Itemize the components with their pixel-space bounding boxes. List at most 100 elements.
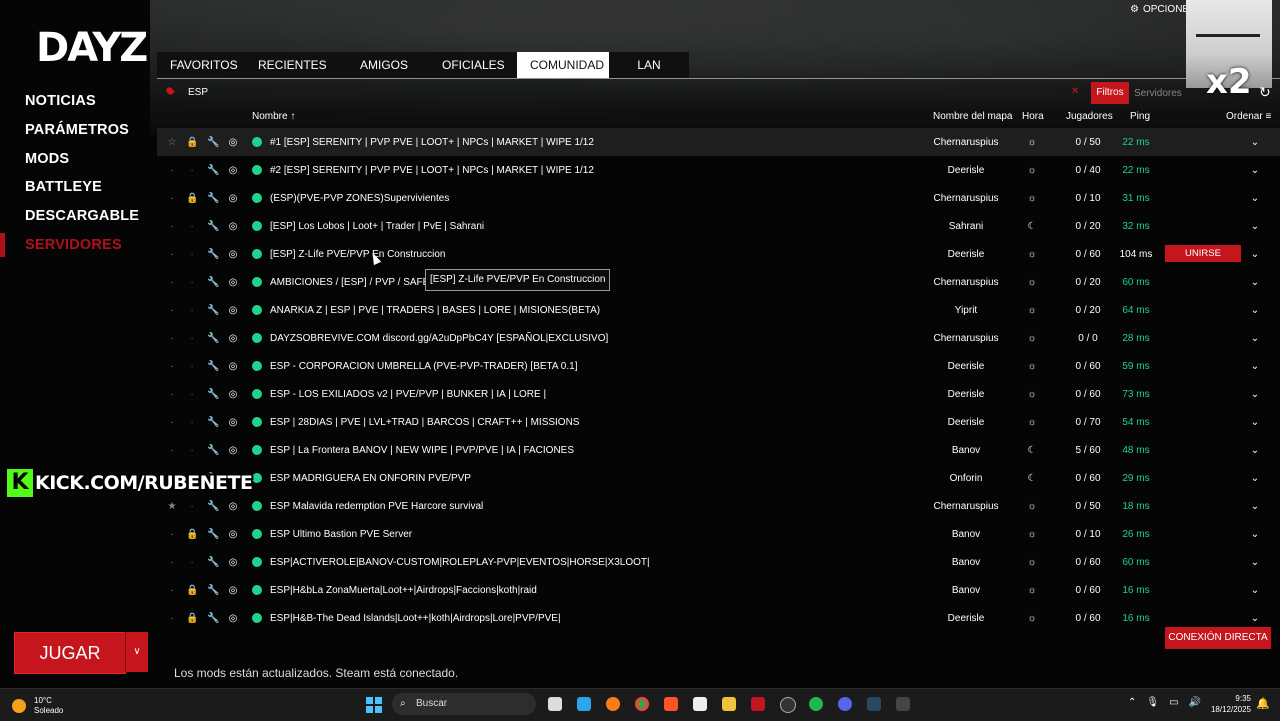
- file-explorer-icon[interactable]: [722, 697, 736, 711]
- steam-icon[interactable]: [867, 697, 881, 711]
- server-row[interactable]: · 🔒 🔧 ◎ ESP|H&B-The Dead Islands|Loot++|koth…: [157, 604, 1280, 632]
- task-view-icon[interactable]: [548, 697, 562, 711]
- notepad-icon[interactable]: [577, 697, 591, 711]
- weather-widget[interactable]: 10°C Soleado: [12, 696, 63, 716]
- tab-recientes[interactable]: RECIENTES: [245, 52, 339, 78]
- server-row[interactable]: · · 🔧 ◎ DAYZSOBREVIVE.COM discord.gg/A2uDpPb…: [157, 324, 1280, 352]
- direct-connect-button[interactable]: CONEXIÓN DIRECTA: [1165, 627, 1271, 649]
- favorite-star-icon[interactable]: ·: [166, 417, 178, 428]
- volume-icon[interactable]: 🔊: [1189, 697, 1201, 708]
- search-input[interactable]: ESP: [188, 87, 208, 98]
- chevron-down-icon[interactable]: ⌄: [1247, 333, 1263, 344]
- favorite-star-icon[interactable]: ·: [166, 361, 178, 372]
- app-icon[interactable]: [693, 697, 707, 711]
- firefox-icon[interactable]: [606, 697, 620, 711]
- refresh-icon[interactable]: ↻: [1259, 84, 1271, 101]
- server-row[interactable]: · 🔒 🔧 ◎ ESP Ultimo Bastion PVE Server Banov ☼ 0…: [157, 520, 1280, 548]
- server-row[interactable]: · 🔒 🔧 ◎ ESP|H&bLa ZonaMuerta|Loot++|Airdrops…: [157, 576, 1280, 604]
- servers-filter-label[interactable]: Servidores: [1134, 88, 1182, 99]
- menu-battleye[interactable]: BATTLEYE: [25, 175, 139, 204]
- tab-amigos[interactable]: AMIGOS: [339, 52, 429, 78]
- join-button[interactable]: UNIRSE: [1165, 245, 1241, 262]
- server-row[interactable]: · · 🔧 ◎ ESP | La Frontera BANOV | NEW WIPE |…: [157, 436, 1280, 464]
- chevron-down-icon[interactable]: ⌄: [1247, 417, 1263, 428]
- windows-start-icon[interactable]: [366, 697, 382, 713]
- server-row[interactable]: ★ · 🔧 ◎ ESP Malavida redemption PVE Harcore …: [157, 492, 1280, 520]
- chevron-down-icon[interactable]: ⌄: [1247, 249, 1263, 260]
- tab-favoritos[interactable]: FAVORITOS: [157, 52, 245, 78]
- microphone-icon[interactable]: 🎙: [1146, 697, 1159, 708]
- chevron-down-icon[interactable]: ⌄: [1247, 557, 1263, 568]
- server-row[interactable]: · · 🔧 ◎ ESP|ACTIVEROLE|BANOV-CUSTOM|ROLEPLAY…: [157, 548, 1280, 576]
- server-row[interactable]: · · 🔧 ◎ ANARKIA Z | ESP | PVE | TRADERS | BA…: [157, 296, 1280, 324]
- menu-parametros[interactable]: PARÁMETROS: [25, 118, 139, 147]
- filters-button[interactable]: Filtros: [1091, 82, 1129, 104]
- favorite-star-icon[interactable]: ·: [166, 333, 178, 344]
- favorite-star-icon[interactable]: ·: [166, 221, 178, 232]
- col-name[interactable]: Nombre ↑: [252, 111, 295, 122]
- menu-servidores[interactable]: SERVIDORES: [0, 232, 139, 262]
- favorite-star-icon[interactable]: ·: [166, 529, 178, 540]
- chevron-up-icon[interactable]: ⌃: [1128, 697, 1136, 708]
- chevron-down-icon[interactable]: ⌄: [1247, 361, 1263, 372]
- chevron-down-icon[interactable]: ⌄: [1247, 389, 1263, 400]
- col-time[interactable]: Hora: [1022, 111, 1044, 122]
- favorite-star-icon[interactable]: ·: [166, 445, 178, 456]
- chevron-down-icon[interactable]: ⌄: [1247, 137, 1263, 148]
- dayz-taskbar-icon[interactable]: [896, 697, 910, 711]
- chevron-down-icon[interactable]: ⌄: [1247, 221, 1263, 232]
- play-button[interactable]: JUGAR: [14, 632, 126, 674]
- play-options-chevron-icon[interactable]: ∨: [125, 632, 148, 672]
- favorite-star-icon[interactable]: ☆: [166, 137, 178, 148]
- col-ping[interactable]: Ping: [1130, 111, 1150, 122]
- chrome-icon[interactable]: [635, 697, 649, 711]
- tab-comunidad[interactable]: COMUNIDAD: [517, 52, 609, 78]
- favorite-star-icon[interactable]: ·: [166, 305, 178, 316]
- favorite-star-icon[interactable]: ·: [166, 249, 178, 260]
- server-row[interactable]: · · 🔧 ◎ ESP - LOS EXILIADOS v2 | PVE/PVP | B…: [157, 380, 1280, 408]
- menu-descargable[interactable]: DESCARGABLE: [25, 204, 139, 233]
- server-row[interactable]: ☆ 🔒 🔧 ◎ #1 [ESP] SERENITY | PVP PVE | LOOT+ …: [157, 128, 1280, 156]
- chevron-down-icon[interactable]: ⌄: [1247, 193, 1263, 204]
- chevron-down-icon[interactable]: ⌄: [1247, 305, 1263, 316]
- chevron-down-icon[interactable]: ⌄: [1247, 501, 1263, 512]
- chevron-down-icon[interactable]: ⌄: [1247, 277, 1263, 288]
- favorite-star-icon[interactable]: ·: [166, 613, 178, 624]
- server-row[interactable]: · · 🔧 ◎ [ESP] Los Lobos | Loot+ | Trader | P…: [157, 212, 1280, 240]
- discord-icon[interactable]: [838, 697, 852, 711]
- chevron-down-icon[interactable]: ⌄: [1247, 473, 1263, 484]
- server-row[interactable]: · · 🔧 ◎ ESP MADRIGUERA EN ONFORIN PVE/PVP Onf…: [157, 464, 1280, 492]
- favorite-star-icon[interactable]: ·: [166, 389, 178, 400]
- sort-dropdown[interactable]: Ordenar ≡: [1226, 111, 1271, 122]
- streaming-app-icon[interactable]: [751, 697, 765, 711]
- favorite-star-icon[interactable]: ·: [166, 557, 178, 568]
- notification-bell-icon[interactable]: 🔔: [1256, 697, 1270, 710]
- taskbar-search[interactable]: ⌕ Buscar: [392, 693, 536, 715]
- chevron-down-icon[interactable]: ⌄: [1247, 445, 1263, 456]
- chevron-down-icon[interactable]: ⌄: [1247, 585, 1263, 596]
- spotify-icon[interactable]: [809, 697, 823, 711]
- chevron-down-icon[interactable]: ⌄: [1247, 529, 1263, 540]
- options-button[interactable]: ⚙ OPCIONE: [1130, 4, 1189, 15]
- menu-noticias[interactable]: NOTICIAS: [25, 89, 139, 118]
- menu-mods[interactable]: MODS: [25, 147, 139, 176]
- chevron-down-icon[interactable]: ⌄: [1247, 165, 1263, 176]
- server-row[interactable]: · · 🔧 ◎ ESP | 28DIAS | PVE | LVL+TRAD | BARC…: [157, 408, 1280, 436]
- network-icon[interactable]: ▭: [1169, 697, 1178, 708]
- favorite-star-icon[interactable]: ★: [166, 501, 178, 512]
- brave-icon[interactable]: [664, 697, 678, 711]
- col-map[interactable]: Nombre del mapa: [933, 111, 1012, 122]
- obs-icon[interactable]: [780, 697, 796, 713]
- col-players[interactable]: Jugadores: [1066, 111, 1113, 122]
- favorite-star-icon[interactable]: ·: [166, 165, 178, 176]
- server-row[interactable]: · 🔒 🔧 ◎ (ESP)(PVE-PVP ZONES)Supervivientes Ch…: [157, 184, 1280, 212]
- clear-search-icon[interactable]: ✕: [1071, 86, 1079, 97]
- favorite-star-icon[interactable]: ·: [166, 193, 178, 204]
- tab-oficiales[interactable]: OFICIALES: [429, 52, 517, 78]
- chevron-down-icon[interactable]: ⌄: [1247, 613, 1263, 624]
- server-row[interactable]: · · 🔧 ◎ [ESP] Z-Life PVE/PVP En Construccion…: [157, 240, 1280, 268]
- server-row[interactable]: · · 🔧 ◎ AMBICIONES / [ESP] / PVP / SAFE Z Che…: [157, 268, 1280, 296]
- favorite-star-icon[interactable]: ·: [166, 277, 178, 288]
- favorite-star-icon[interactable]: ·: [166, 585, 178, 596]
- server-row[interactable]: · · 🔧 ◎ #2 [ESP] SERENITY | PVP PVE | LOOT+ …: [157, 156, 1280, 184]
